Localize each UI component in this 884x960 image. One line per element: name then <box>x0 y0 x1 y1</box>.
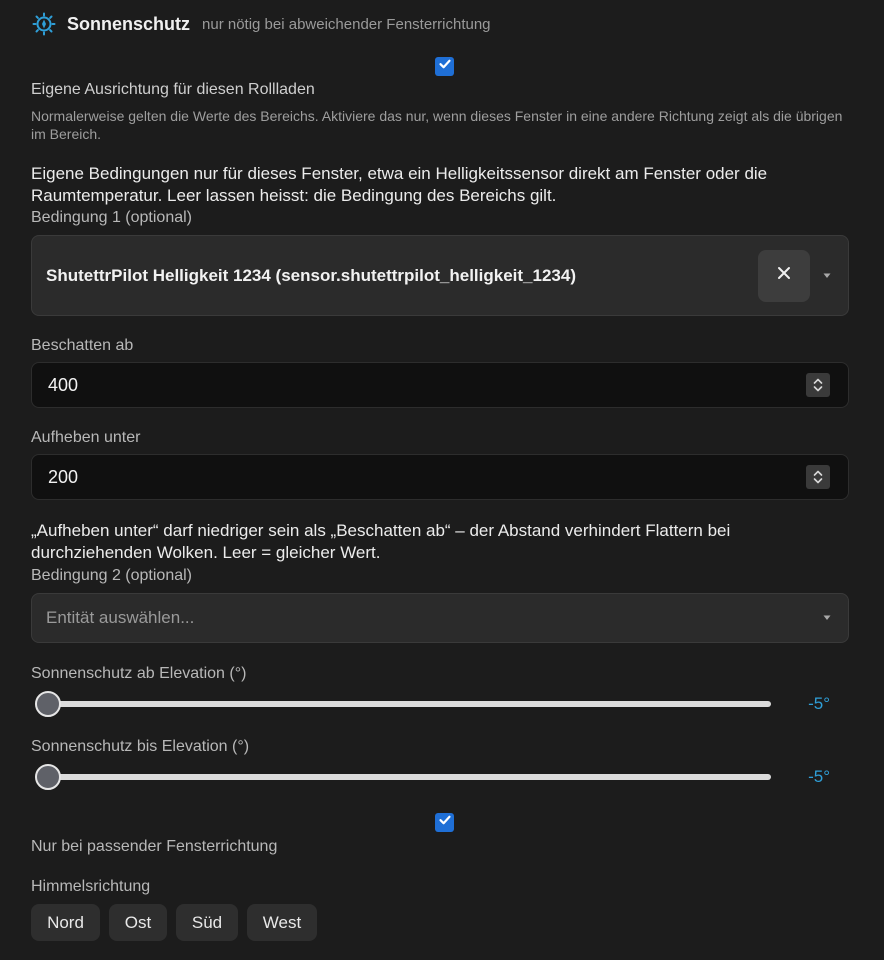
condition1-value: ShutettrPilot Helligkeit 1234 (sensor.sh… <box>46 265 576 285</box>
sun-compass-icon <box>31 11 57 37</box>
elevation-to-value: -5° <box>808 767 830 786</box>
slider-thumb[interactable] <box>35 764 61 790</box>
release-below-stepper[interactable] <box>806 465 830 489</box>
directions-label: Himmelsrichtung <box>31 878 151 895</box>
condition2-label: Bedingung 2 (optional) <box>31 567 193 584</box>
hysteresis-note: „Aufheben unter“ darf niedriger sein als… <box>31 521 731 562</box>
release-below-label: Aufheben unter <box>31 429 141 446</box>
checkmark-icon <box>438 813 452 832</box>
own-orientation-helper: Normalerweise gelten die Werte des Berei… <box>31 108 843 142</box>
condition2-placeholder: Entität auswählen... <box>46 608 195 627</box>
condition2-select[interactable]: Entität auswählen... <box>31 593 849 643</box>
shade-from-value: 400 <box>48 374 79 395</box>
elevation-to-label: Sonnenschutz bis Elevation (°) <box>31 738 250 755</box>
slider-track[interactable] <box>41 774 771 780</box>
conditions-intro: Eigene Bedingungen nur für dieses Fenste… <box>31 164 768 205</box>
release-below-value: 200 <box>48 466 79 487</box>
condition1-label: Bedingung 1 (optional) <box>31 209 193 226</box>
checkmark-icon <box>438 57 452 76</box>
direction-button-nord[interactable]: Nord <box>31 904 100 941</box>
direction-button-ost[interactable]: Ost <box>109 904 167 941</box>
elevation-from-value: -5° <box>808 694 830 713</box>
chevron-down-icon[interactable] <box>820 611 834 625</box>
slider-thumb[interactable] <box>35 691 61 717</box>
shade-from-input[interactable]: 400 <box>31 362 849 408</box>
matching-direction-checkbox[interactable] <box>435 813 455 833</box>
close-icon <box>777 266 791 285</box>
elevation-from-label: Sonnenschutz ab Elevation (°) <box>31 665 247 682</box>
section-title: Sonnenschutz <box>67 13 191 34</box>
elevation-to-slider[interactable]: -5° <box>31 763 849 791</box>
release-below-input[interactable]: 200 <box>31 454 849 500</box>
own-orientation-checkbox[interactable] <box>435 57 455 77</box>
own-orientation-label: Eigene Ausrichtung für diesen Rollladen <box>31 81 315 98</box>
chevron-down-icon[interactable] <box>820 269 834 283</box>
direction-buttons: Nord Ost Süd West <box>31 904 317 941</box>
shade-from-label: Beschatten ab <box>31 337 134 354</box>
direction-button-sued[interactable]: Süd <box>176 904 238 941</box>
shade-from-stepper[interactable] <box>806 373 830 397</box>
clear-condition1-button[interactable] <box>758 249 810 302</box>
elevation-from-slider[interactable]: -5° <box>31 690 849 718</box>
direction-button-west[interactable]: West <box>247 904 317 941</box>
condition1-select[interactable]: ShutettrPilot Helligkeit 1234 (sensor.sh… <box>31 235 849 316</box>
slider-track[interactable] <box>41 701 771 707</box>
sun-protection-panel: Sonnenschutz nur nötig bei abweichender … <box>0 0 884 960</box>
matching-direction-label: Nur bei passender Fensterrichtung <box>31 838 278 855</box>
section-subtitle: nur nötig bei abweichender Fensterrichtu… <box>202 15 491 33</box>
section-header: Sonnenschutz nur nötig bei abweichender … <box>31 10 491 38</box>
